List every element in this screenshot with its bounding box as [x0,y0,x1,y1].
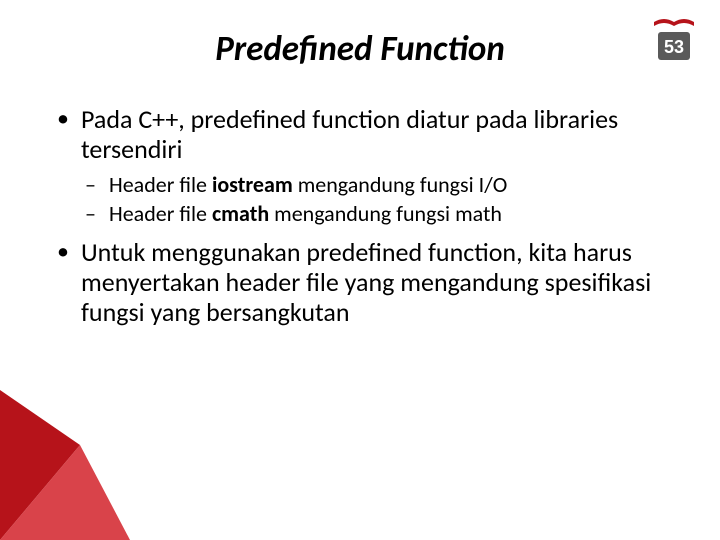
sub1-c: mengandung fungsi I/O [293,171,508,198]
sub-bullets: Header file iostream mengandung fungsi I… [81,171,665,228]
bullet-1-text: Pada C++, predefined function diatur pad… [81,103,618,165]
book-logo-icon: 53 [650,14,698,64]
sub1-bold: iostream [212,171,293,198]
slide-title: Predefined Function [55,28,665,70]
bullet-2: Untuk menggunakan predefined function, k… [55,238,665,328]
sub-bullet-2: Header file cmath mengandung fungsi math [81,200,665,228]
sub2-a: Header file [109,200,212,227]
main-bullets: Pada C++, predefined function diatur pad… [55,105,665,327]
sub2-bold: cmath [212,200,269,227]
logo-text: 53 [664,37,684,57]
bullet-1: Pada C++, predefined function diatur pad… [55,105,665,228]
bullet-2-text: Untuk menggunakan predefined function, k… [81,236,651,328]
corner-decoration-icon [0,390,180,540]
sub2-c: mengandung fungsi math [269,200,502,227]
sub1-a: Header file [109,171,212,198]
sub-bullet-1: Header file iostream mengandung fungsi I… [81,171,665,199]
